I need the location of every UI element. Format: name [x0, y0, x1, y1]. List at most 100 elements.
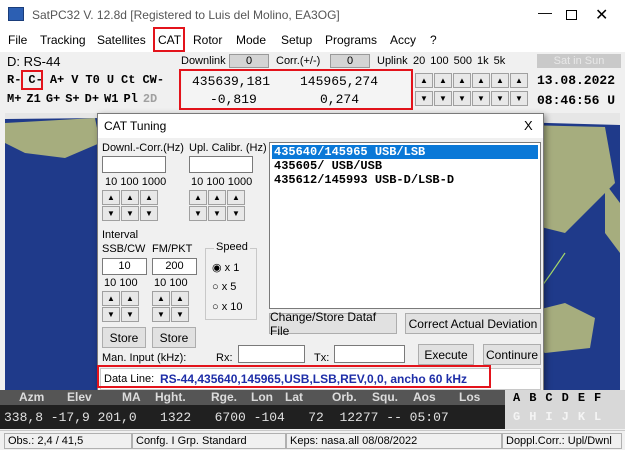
ctrl-u[interactable]: U	[107, 73, 114, 87]
step-500[interactable]: 500	[454, 55, 472, 67]
dlg-down-2[interactable]: ▼	[121, 206, 139, 221]
letter-d[interactable]: D	[562, 391, 569, 405]
dialog-close-icon[interactable]: X	[524, 118, 533, 133]
upl-calib-input[interactable]	[189, 156, 253, 173]
ctrl-d[interactable]: D+	[85, 92, 99, 106]
dlg-up-4[interactable]: ▲	[189, 190, 207, 205]
dlg-down-10[interactable]: ▼	[171, 307, 189, 322]
arrow-down-4[interactable]: ▼	[472, 91, 490, 106]
menu-tracking[interactable]: Tracking	[40, 33, 86, 47]
dlg-up-1[interactable]: ▲	[102, 190, 120, 205]
ssb-interval-input[interactable]: 10	[102, 258, 147, 275]
letter-h[interactable]: H	[529, 410, 536, 424]
tx-input[interactable]	[334, 345, 405, 363]
arrow-down-5[interactable]: ▼	[491, 91, 509, 106]
letter-a[interactable]: A	[513, 391, 520, 405]
step-1k[interactable]: 1k	[477, 55, 489, 67]
hdr-hght: Hght.	[155, 390, 186, 404]
letter-j[interactable]: J	[562, 410, 569, 424]
arrow-up-3[interactable]: ▲	[453, 73, 471, 88]
ctrl-s[interactable]: S+	[65, 92, 79, 106]
downlink-field[interactable]: 0	[229, 54, 269, 68]
corr-field[interactable]: 0	[330, 54, 370, 68]
menu-file[interactable]: File	[8, 33, 27, 47]
speed-x1-radio[interactable]: ◉ x 1	[212, 261, 239, 274]
ctrl-2d[interactable]: 2D	[143, 92, 157, 106]
arrow-up-6[interactable]: ▲	[510, 73, 528, 88]
ctrl-w1[interactable]: W1	[104, 92, 118, 106]
store-button-2[interactable]: Store	[152, 327, 196, 348]
ctrl-t0[interactable]: T0	[85, 73, 99, 87]
maximize-button[interactable]	[566, 10, 577, 20]
frequency-list[interactable]: 435640/145965 USB/LSB 435605/ USB/USB 43…	[269, 142, 541, 309]
list-item-2[interactable]: 435605/ USB/USB	[272, 159, 382, 173]
menu-help[interactable]: ?	[430, 33, 437, 47]
dlg-up-8[interactable]: ▲	[121, 291, 139, 306]
arrow-up-5[interactable]: ▲	[491, 73, 509, 88]
dlg-up-5[interactable]: ▲	[208, 190, 226, 205]
ctrl-cw[interactable]: CW-	[142, 73, 164, 87]
ctrl-m[interactable]: M+	[7, 92, 21, 106]
letter-l[interactable]: L	[594, 410, 601, 424]
minimize-button[interactable]: —	[538, 4, 558, 24]
menu-programs[interactable]: Programs	[325, 33, 377, 47]
dlg-up-10[interactable]: ▲	[171, 291, 189, 306]
store-button-1[interactable]: Store	[102, 327, 146, 348]
speed-x5-radio[interactable]: ○ x 5	[212, 281, 236, 293]
execute-button[interactable]: Execute	[418, 344, 474, 365]
rx-input[interactable]	[238, 345, 305, 363]
step-5k[interactable]: 5k	[494, 55, 506, 67]
arrow-down-3[interactable]: ▼	[453, 91, 471, 106]
ctrl-a[interactable]: A+	[50, 73, 64, 87]
close-icon[interactable]: ✕	[595, 5, 608, 25]
letter-i[interactable]: I	[545, 410, 552, 424]
arrow-up-4[interactable]: ▲	[472, 73, 490, 88]
letter-b[interactable]: B	[529, 391, 536, 405]
dlg-down-3[interactable]: ▼	[140, 206, 158, 221]
dlg-down-8[interactable]: ▼	[121, 307, 139, 322]
arrow-down-6[interactable]: ▼	[510, 91, 528, 106]
menu-accy[interactable]: Accy	[390, 33, 416, 47]
arrow-up-2[interactable]: ▲	[434, 73, 452, 88]
arrow-down-1[interactable]: ▼	[415, 91, 433, 106]
dlg-up-3[interactable]: ▲	[140, 190, 158, 205]
letter-f[interactable]: F	[594, 391, 601, 405]
menu-rotor[interactable]: Rotor	[193, 33, 222, 47]
ctrl-ct[interactable]: Ct	[121, 73, 135, 87]
list-item-1[interactable]: 435640/145965 USB/LSB	[272, 145, 538, 159]
dlg-down-4[interactable]: ▼	[189, 206, 207, 221]
ctrl-r[interactable]: R-	[7, 73, 21, 87]
step-10-a: 10	[105, 176, 118, 188]
change-store-button[interactable]: Change/Store Dataf File	[269, 310, 397, 338]
menu-mode[interactable]: Mode	[236, 33, 266, 47]
letter-c[interactable]: C	[545, 391, 552, 405]
ctrl-v[interactable]: V	[71, 73, 78, 87]
list-item-3[interactable]: 435612/145993 USB-D/LSB-D	[272, 173, 454, 187]
ctrl-z1[interactable]: Z1	[26, 92, 40, 106]
downl-corr-input[interactable]	[102, 156, 166, 173]
fm-interval-input[interactable]: 200	[152, 258, 197, 275]
arrow-up-1[interactable]: ▲	[415, 73, 433, 88]
dlg-up-2[interactable]: ▲	[121, 190, 139, 205]
menu-satellites[interactable]: Satellites	[97, 33, 146, 47]
ctrl-pl[interactable]: Pl	[123, 92, 137, 106]
dlg-up-6[interactable]: ▲	[227, 190, 245, 205]
letter-k[interactable]: K	[578, 410, 585, 424]
arrow-down-2[interactable]: ▼	[434, 91, 452, 106]
continue-button[interactable]: Continure	[483, 344, 541, 365]
dlg-up-7[interactable]: ▲	[102, 291, 120, 306]
dlg-up-9[interactable]: ▲	[152, 291, 170, 306]
ctrl-g[interactable]: G+	[46, 92, 60, 106]
dlg-down-9[interactable]: ▼	[152, 307, 170, 322]
letter-e[interactable]: E	[578, 391, 585, 405]
dlg-down-5[interactable]: ▼	[208, 206, 226, 221]
dlg-down-7[interactable]: ▼	[102, 307, 120, 322]
dlg-down-1[interactable]: ▼	[102, 206, 120, 221]
speed-x10-radio[interactable]: ○ x 10	[212, 301, 243, 313]
menu-setup[interactable]: Setup	[281, 33, 312, 47]
step-100[interactable]: 100	[430, 55, 448, 67]
step-20[interactable]: 20	[413, 55, 425, 67]
correct-deviation-button[interactable]: Correct Actual Deviation	[405, 313, 541, 334]
letter-g[interactable]: G	[513, 410, 520, 424]
dlg-down-6[interactable]: ▼	[227, 206, 245, 221]
